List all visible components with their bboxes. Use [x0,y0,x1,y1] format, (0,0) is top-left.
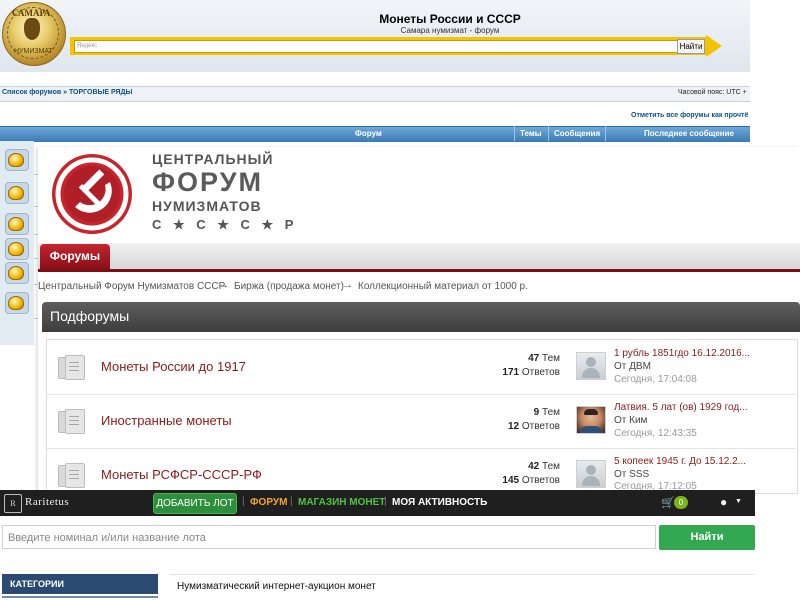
hammer-sickle-logo[interactable] [50,152,134,236]
forum-read-icon [8,266,24,280]
samara-logo-text-top: САМАРА [12,8,51,18]
nav-coin-shop[interactable]: МАГАЗИН МОНЕТ [298,497,385,508]
cart-count-badge: 0 [674,496,688,509]
add-lot-button[interactable]: ДОБАВИТЬ ЛОТ [153,493,237,514]
last-post-time: Сегодня, 17:04:08 [614,374,697,385]
avatar[interactable] [576,352,606,380]
topic-count: 47 Тем [468,353,560,364]
brand-line-4: С ★ С ★ С ★ Р [152,217,298,232]
column-separator [605,126,606,141]
forum-doc-icon [58,355,85,380]
arrow-right-icon: → [342,279,353,291]
breadcrumb-current[interactable]: Коллекционный материал от 1000 р. [358,281,528,292]
brand-line-3: НУМИЗМАТОВ [152,198,262,214]
raritetus-logo-icon[interactable]: R [4,494,22,513]
avatar[interactable] [576,406,606,434]
avatar[interactable] [576,460,606,488]
samara-search-input[interactable]: Яндекс [74,40,680,53]
nav-forum[interactable]: ФОРУМ [250,497,287,508]
lot-search-button[interactable]: Найти [659,525,755,550]
forum-doc-icon [58,463,85,488]
post-count-value: 145 [502,475,520,486]
categories-header[interactable]: КАТЕГОРИИ [2,574,158,594]
topic-count-value: 42 [528,461,540,472]
forum-doc-icon [58,409,85,434]
samara-timezone: Часовой пояс: UTC + [678,89,747,96]
cart-icon[interactable]: 🛒 [661,496,675,509]
last-post-author[interactable]: От Ким [614,415,647,426]
topic-count: 42 Тем [468,461,560,472]
lot-search-input[interactable]: Введите номинал и/или название лота [2,525,656,549]
last-post-link[interactable]: 5 копеек 1945 г. До 15.12.2... [614,456,746,467]
topic-count-value: 47 [528,353,540,364]
arrow-right-icon: → [218,279,229,291]
post-count-label: Ответов [521,367,560,378]
last-post-time: Сегодня, 12:43:35 [614,428,697,439]
forum-read-icon [8,153,24,167]
search-arrow-icon [706,35,722,57]
cfn-nav-strip [38,243,800,272]
post-count-label: Ответов [521,421,560,432]
last-post-author[interactable]: От ДВМ [614,361,651,372]
forum-read-icon [8,186,24,200]
breadcrumb-home[interactable]: Центральный Форум Нумизматов СССР [38,281,225,292]
samara-subtitle: Самара нумизмат - форум [400,26,500,35]
categories-underline [2,596,158,598]
brand-line-2: ФОРУМ [152,167,263,197]
topic-count-label: Тем [542,353,560,364]
timezone-label: Часовой пояс: UTC + [678,89,747,96]
topic-count: 9 Тем [468,407,560,418]
subforum-link[interactable]: Монеты России до 1917 [101,359,246,374]
breadcrumb-exchange[interactable]: Биржа (продажа монет) [234,281,344,292]
topic-count-label: Тем [542,407,560,418]
row-divider [47,448,795,449]
subforums-header [42,302,800,332]
cfn-forum-window: ЦЕНТРАЛЬНЫЙ ФОРУМ НУМИЗМАТОВ С ★ С ★ С ★… [38,147,800,494]
slogan-divider [170,574,755,575]
column-separator [548,126,549,141]
post-count-value: 171 [502,367,520,378]
forum-read-icon [8,217,24,231]
subforums-title: Подфорумы [50,308,130,324]
subforum-link[interactable]: Иностранные монеты [101,413,232,428]
raritetus-logo-name[interactable]: Raritetus [25,496,69,508]
post-count: 145 Ответов [468,475,560,486]
eagle-icon [24,18,40,40]
post-count-label: Ответов [521,475,560,486]
nav-separator: | [290,496,293,507]
samara-header [0,0,750,72]
post-count: 12 Ответов [468,421,560,432]
nav-my-activity[interactable]: МОЯ АКТИВНОСТЬ [392,497,487,508]
last-post-link[interactable]: 1 рубль 1851гдо 16.12.2016... [614,348,750,359]
forum-read-icon [8,296,24,310]
forum-read-icon [8,242,24,256]
nav-separator: | [384,496,387,507]
post-count-value: 12 [507,421,520,432]
samara-logo-text-bottom: НУМИЗМАТ [14,48,53,55]
topic-count-label: Тем [542,461,560,472]
nav-separator: | [242,496,245,507]
last-post-link[interactable]: Латвия. 5 лат (ов) 1929 год... [614,402,748,413]
post-count: 171 Ответов [468,367,560,378]
subforum-link[interactable]: Монеты РСФСР-СССР-РФ [101,467,262,482]
raritetus-window: R Raritetus ДОБАВИТЬ ЛОТ | ФОРУМ | МАГАЗ… [0,490,755,600]
user-icon[interactable]: ● [720,495,727,509]
mark-all-read-link[interactable]: Отметить все форумы как прочтё [631,112,748,119]
column-forum: Форум [355,129,382,138]
column-last-post: Последнее сообщение [644,129,734,138]
site-slogan: Нумизматический интернет-аукцион монет [177,581,376,592]
tab-forums[interactable]: Форумы [40,244,110,269]
brand-line-1: ЦЕНТРАЛЬНЫЙ [152,151,274,167]
samara-breadcrumb[interactable]: Список форумов » ТОРГОВЫЕ РЯДЫ [2,89,132,96]
column-topics: Темы [520,129,542,138]
samara-title: Монеты России и СССР [379,12,521,26]
topic-count-value: 9 [533,407,540,418]
row-divider [47,394,795,395]
column-separator [514,126,515,141]
samara-search-button[interactable]: Найти [677,39,705,54]
column-posts: Сообщения [554,129,601,138]
last-post-author[interactable]: От SSS [614,469,649,480]
chevron-down-icon[interactable]: ▼ [735,498,742,505]
